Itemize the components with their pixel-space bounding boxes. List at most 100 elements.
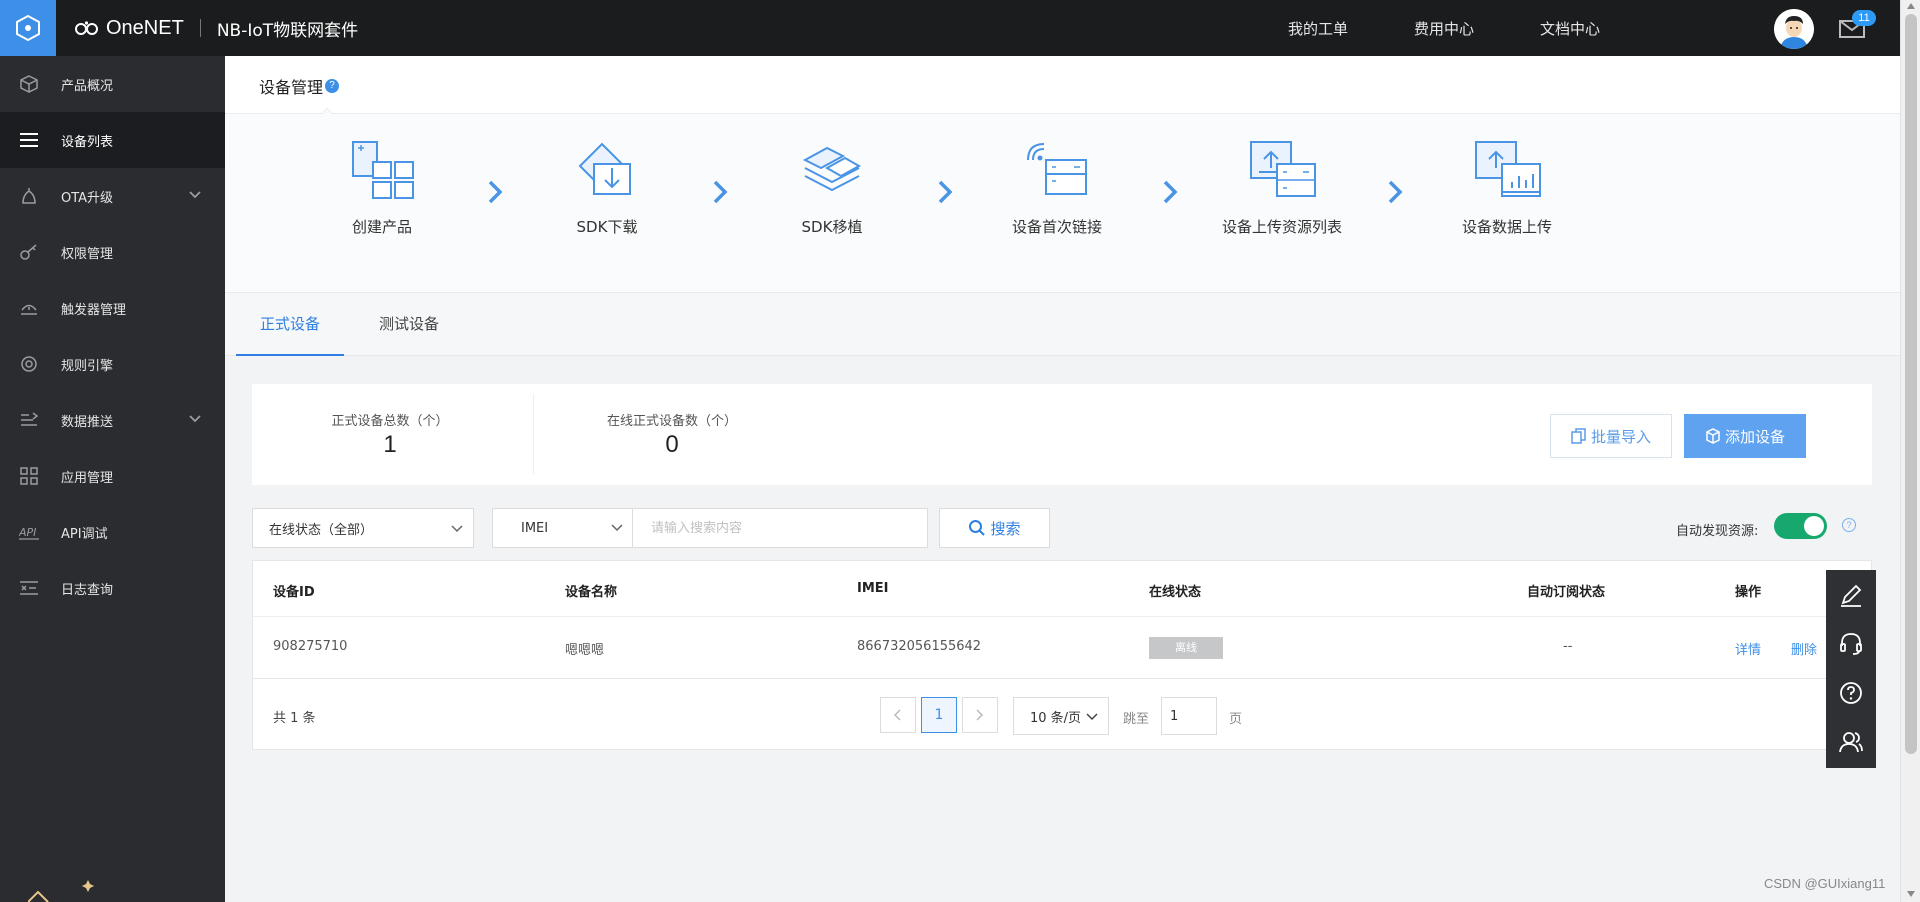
search-button[interactable]: 搜索 <box>939 508 1050 548</box>
chevron-right-icon <box>713 180 728 204</box>
sdk-download-icon <box>578 142 631 195</box>
scrollbar-thumb[interactable] <box>1905 14 1917 754</box>
delete-link[interactable]: 删除 <box>1791 639 1817 658</box>
sidebar-item-triggers[interactable]: 触发器管理 <box>0 280 225 336</box>
step-first-connect[interactable]: 设备首次链接 <box>972 136 1142 237</box>
column-header-device-name: 设备名称 <box>565 585 618 600</box>
caret-down-icon[interactable] <box>1906 890 1916 898</box>
feedback-button[interactable] <box>1826 570 1876 619</box>
step-create-product[interactable]: 创建产品 <box>297 136 467 237</box>
log-icon <box>20 581 38 595</box>
step-label: SDK下载 <box>576 218 638 236</box>
layers-icon <box>802 146 862 192</box>
sidebar-item-label: 数据推送 <box>61 414 114 430</box>
key-icon <box>20 244 37 260</box>
step-label: 创建产品 <box>351 218 412 236</box>
api-icon: API <box>19 526 39 540</box>
step-sdk-download[interactable]: SDK下载 <box>522 136 692 237</box>
tab-formal-devices[interactable]: 正式设备 <box>236 293 344 356</box>
status-select[interactable]: 在线状态（全部） <box>252 508 474 548</box>
watermark: CSDN @GUIxiang11 <box>1764 876 1886 891</box>
next-page-button[interactable] <box>962 697 998 733</box>
stat-value: 1 <box>383 431 397 458</box>
avatar[interactable] <box>1774 9 1814 49</box>
page-size-select[interactable]: 10 条/页 <box>1013 697 1109 735</box>
brand[interactable]: OneNET <box>74 17 184 40</box>
create-product-icon <box>352 141 414 199</box>
batch-import-label: 批量导入 <box>1590 427 1651 446</box>
chevron-right-icon <box>1388 180 1403 204</box>
vertical-scrollbar[interactable] <box>1900 0 1920 902</box>
jump-page-input[interactable]: 1 <box>1161 697 1217 735</box>
batch-import-button[interactable]: 批量导入 <box>1550 414 1672 458</box>
tab-test-devices[interactable]: 测试设备 <box>355 293 463 356</box>
top-link-tickets[interactable]: 我的工单 <box>1288 18 1348 39</box>
total-count: 共 1 条 <box>273 711 316 726</box>
community-button[interactable] <box>1826 717 1876 766</box>
jump-suffix: 页 <box>1229 712 1243 727</box>
add-device-button[interactable]: 添加设备 <box>1684 414 1806 458</box>
help-icon[interactable]: ? <box>325 79 340 93</box>
sidebar-item-logs[interactable]: 日志查询 <box>0 560 225 616</box>
device-table: 设备ID 设备名称 IMEI 在线状态 自动订阅状态 操作 908275710 … <box>252 560 1872 750</box>
sidebar-item-label: API调试 <box>61 526 108 542</box>
page-button-current[interactable]: 1 <box>921 697 957 733</box>
jump-prefix: 跳至 <box>1123 712 1150 727</box>
stat-online-devices: 在线正式设备数（个） 0 <box>582 410 762 459</box>
search-input[interactable] <box>633 509 927 547</box>
detail-link[interactable]: 详情 <box>1735 639 1761 658</box>
column-header-actions: 操作 <box>1735 585 1762 600</box>
customer-service-button[interactable] <box>1826 619 1876 668</box>
page-header: 设备管理 ? <box>225 56 1900 115</box>
sidebar-item-data-push[interactable]: 数据推送 <box>0 392 225 448</box>
help-icon[interactable]: ? <box>1842 518 1856 532</box>
decoration-illustration-icon <box>28 880 94 902</box>
cell-auto-subscribe: -- <box>1563 639 1573 654</box>
cube-icon <box>20 75 38 93</box>
sidebar-item-rule-engine[interactable]: 规则引擎 <box>0 336 225 392</box>
sidebar-item-label: OTA升级 <box>61 190 114 206</box>
prev-page-button[interactable] <box>880 697 916 733</box>
cell-device-name: 嗯嗯嗯 <box>565 643 605 658</box>
page-title: 设备管理 ? <box>259 74 340 98</box>
caret-up-icon[interactable] <box>1906 2 1916 10</box>
sidebar-item-label: 日志查询 <box>61 582 114 598</box>
sidebar-item-device-list[interactable]: 设备列表 <box>0 112 225 168</box>
sidebar-item-apps[interactable]: 应用管理 <box>0 448 225 504</box>
sidebar-item-ota[interactable]: OTA升级 <box>0 168 225 224</box>
sidebar-item-product-overview[interactable]: 产品概况 <box>0 56 225 112</box>
sidebar-item-label: 触发器管理 <box>61 302 127 318</box>
sidebar-item-api-debug[interactable]: API API调试 <box>0 504 225 560</box>
sidebar-item-label: 权限管理 <box>61 246 114 262</box>
column-header-online-status: 在线状态 <box>1149 585 1202 600</box>
help-button[interactable] <box>1826 668 1876 717</box>
cube-icon <box>1706 428 1720 444</box>
app-logo[interactable] <box>0 0 56 56</box>
sidebar-item-permissions[interactable]: 权限管理 <box>0 224 225 280</box>
stat-value: 0 <box>665 431 679 458</box>
hexagon-logo-icon <box>16 14 40 42</box>
step-upload-data[interactable]: 设备数据上传 <box>1422 136 1592 237</box>
auto-discover-toggle[interactable] <box>1774 513 1827 539</box>
top-link-docs[interactable]: 文档中心 <box>1540 18 1600 39</box>
pagination: 共 1 条 1 10 条/页 跳至 1 页 <box>253 679 1871 751</box>
add-device-label: 添加设备 <box>1724 427 1785 446</box>
chevron-right-icon <box>1163 180 1178 204</box>
device-tabs: 正式设备 测试设备 <box>225 293 1900 356</box>
edit-pen-icon <box>1841 584 1862 607</box>
device-stats-panel: 正式设备总数（个） 1 在线正式设备数（个） 0 批量导入 添加设备 <box>252 384 1872 485</box>
user-avatar-icon <box>1774 9 1814 49</box>
auto-discover-label: 自动发现资源: <box>1676 524 1759 539</box>
product-name: NB-IoT物联网套件 <box>216 20 359 41</box>
status-badge: 离线 <box>1149 637 1223 659</box>
search-type-value: IMEI <box>521 520 549 536</box>
step-upload-resources[interactable]: 设备上传资源列表 <box>1197 136 1367 237</box>
device-wifi-icon <box>1027 143 1087 195</box>
top-links: 我的工单 费用中心 文档中心 <box>1222 0 1600 56</box>
chevron-down-icon <box>189 415 201 423</box>
step-sdk-port[interactable]: SDK移植 <box>747 136 917 237</box>
search-icon <box>969 520 986 536</box>
search-type-select[interactable]: IMEI <box>493 509 633 547</box>
top-link-billing[interactable]: 费用中心 <box>1414 18 1474 39</box>
upload-data-icon <box>1475 141 1541 197</box>
